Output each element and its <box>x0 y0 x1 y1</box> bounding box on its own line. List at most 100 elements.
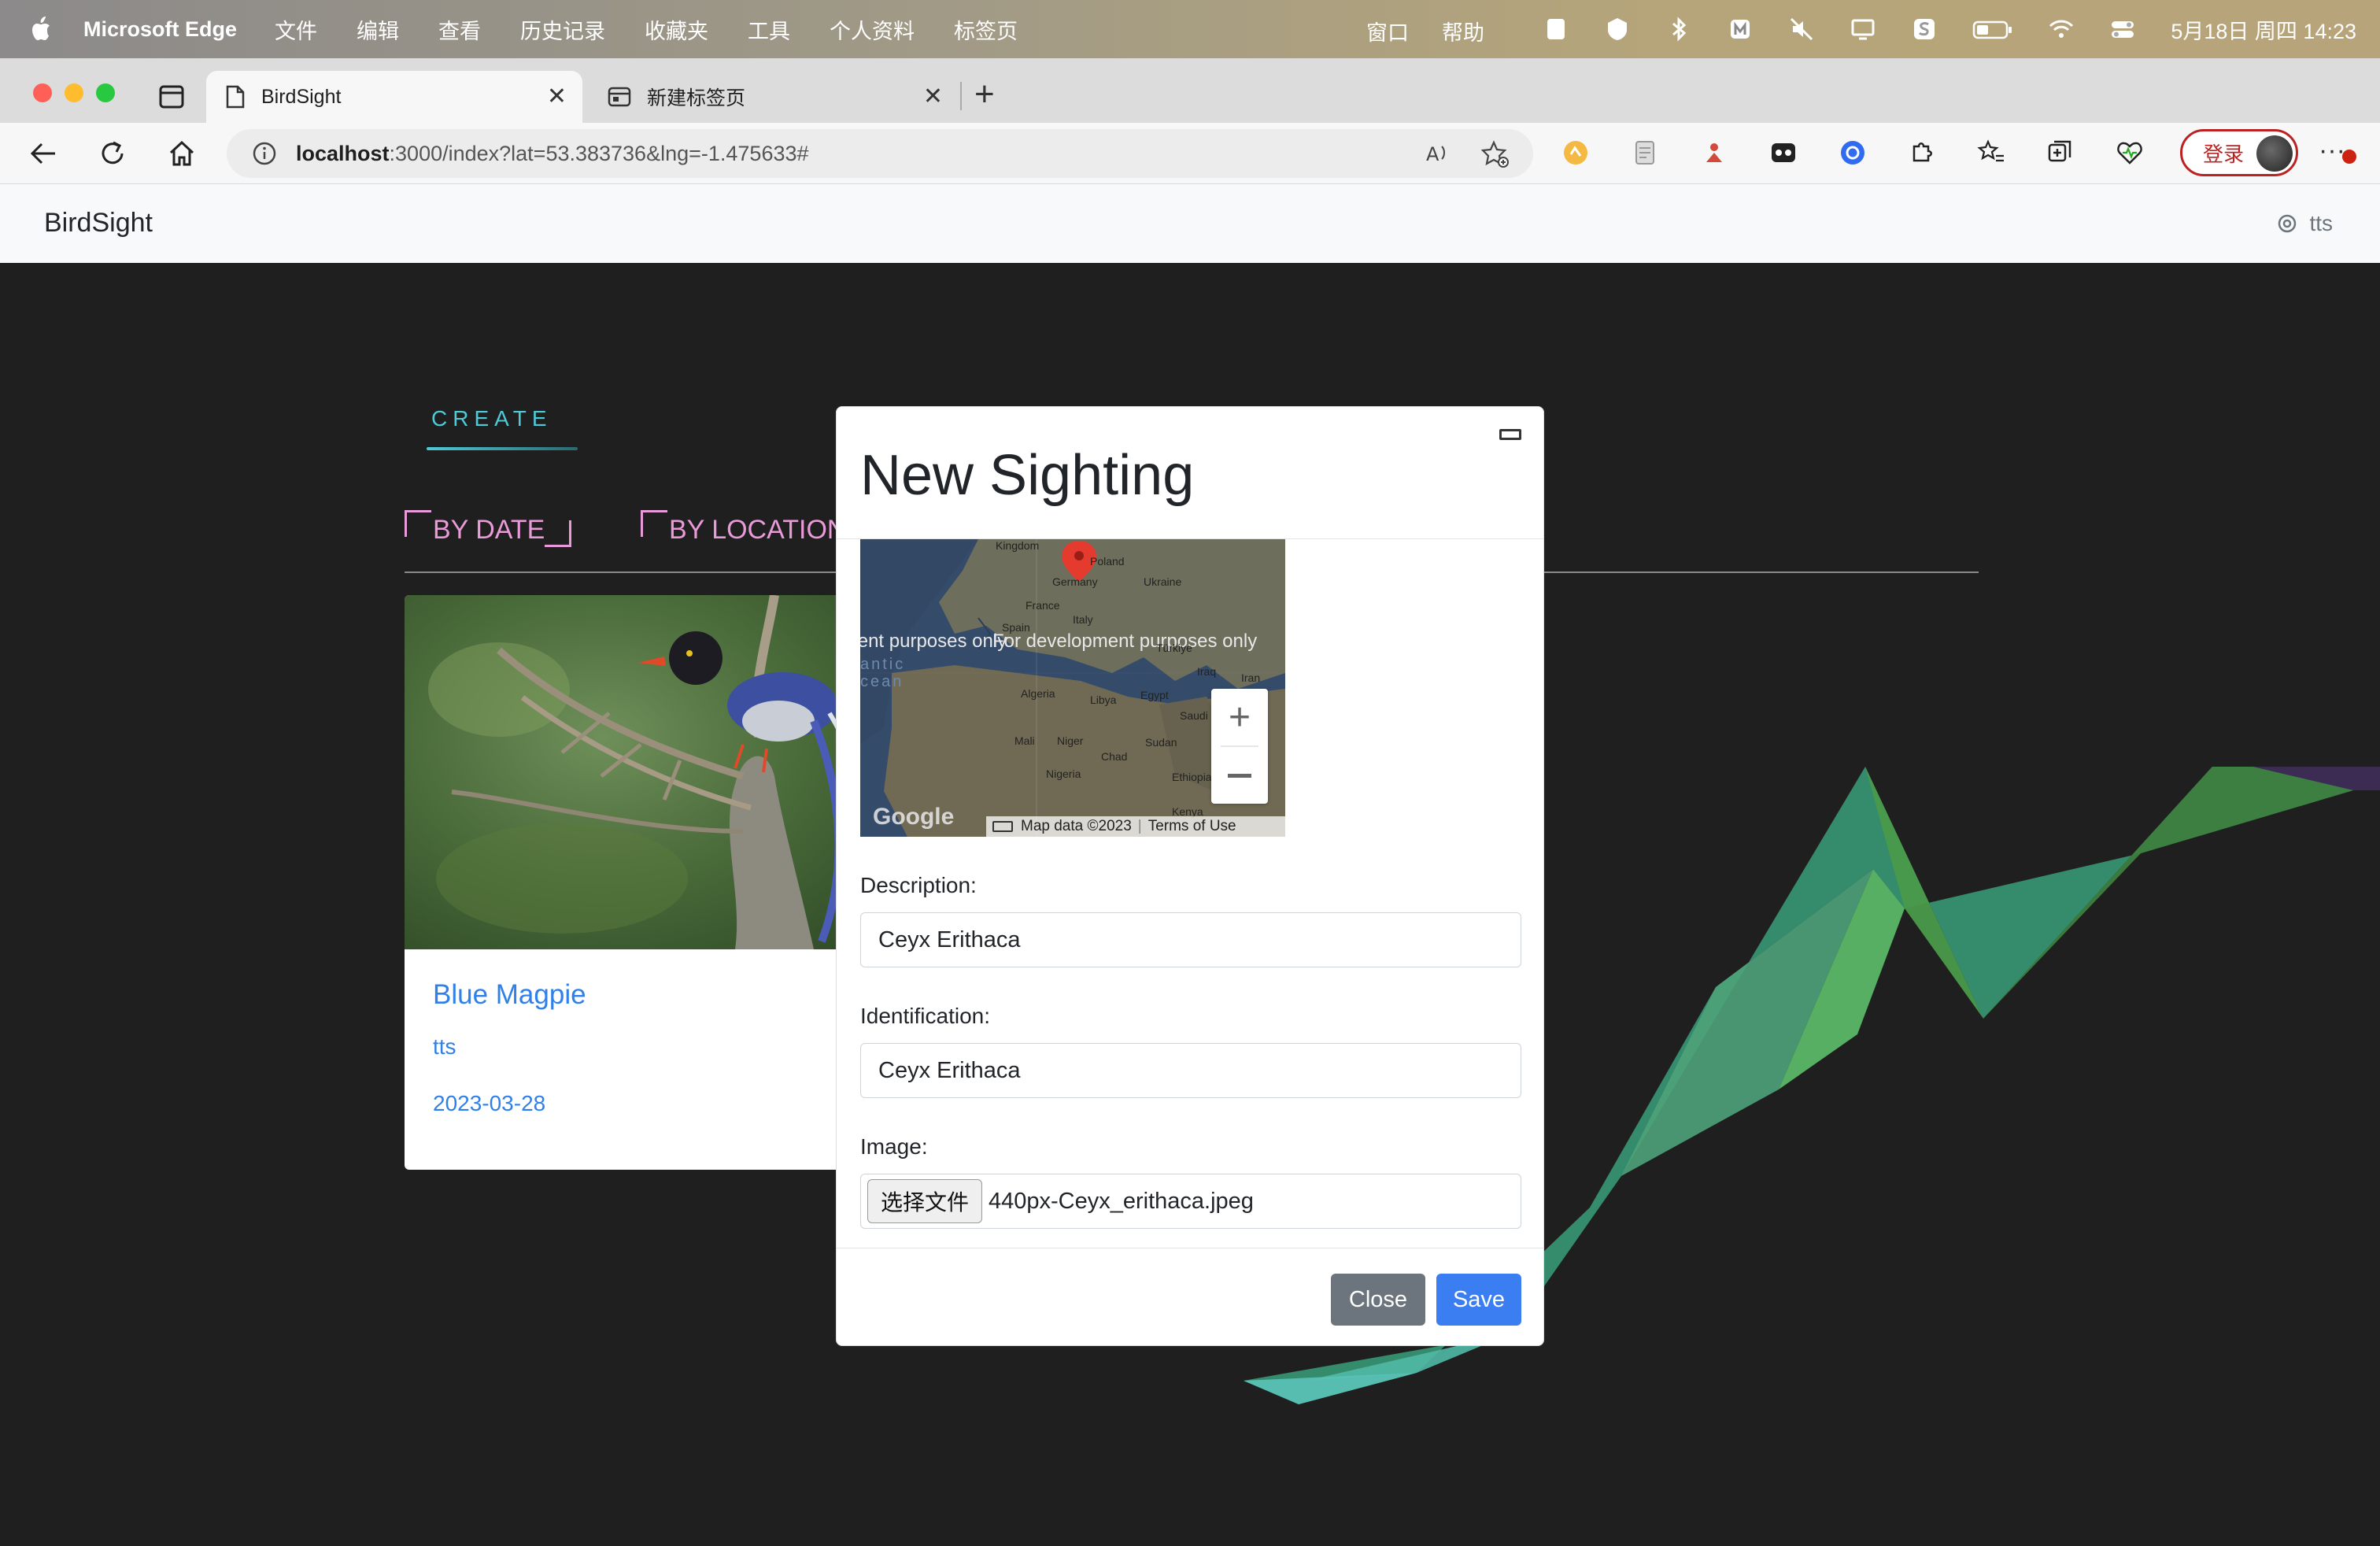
menu-window[interactable]: 窗口 <box>1366 16 1409 46</box>
map-label: France <box>1026 599 1060 612</box>
identification-input[interactable]: Ceyx Erithaca <box>860 1043 1521 1098</box>
sighting-card[interactable]: Blue Magpie tts 2023-03-28 <box>405 595 900 1170</box>
modal-header: New Sighting <box>837 407 1543 539</box>
extension-icons <box>1561 139 2144 167</box>
minimize-window-button[interactable] <box>65 83 83 102</box>
read-aloud-icon[interactable]: A <box>1425 140 1451 167</box>
s-app-icon[interactable] <box>1911 16 1938 43</box>
menu-profile[interactable]: 个人资料 <box>830 14 915 45</box>
description-input[interactable]: Ceyx Erithaca <box>860 912 1521 967</box>
google-logo[interactable]: Google <box>873 804 954 830</box>
zoom-control: + <box>1211 689 1268 804</box>
extension-red-icon[interactable] <box>1700 139 1728 167</box>
map-label: Algeria <box>1021 687 1055 700</box>
map-label: Saudi <box>1180 709 1208 722</box>
close-tab-icon[interactable]: ✕ <box>547 85 567 109</box>
map-label: Nigeria <box>1046 767 1081 780</box>
tab-actions-icon[interactable] <box>159 85 184 109</box>
more-menu-icon[interactable]: ··· <box>2319 135 2356 166</box>
web-page: BirdSight tts CREATE BY DATE BY LOCATION… <box>0 184 2380 1546</box>
map-label: Sudan <box>1145 736 1177 749</box>
menu-edit[interactable]: 编辑 <box>357 14 399 45</box>
signin-button[interactable]: 登录 <box>2180 129 2298 176</box>
map-label: Kingdom <box>996 539 1040 552</box>
menu-history[interactable]: 历史记录 <box>520 14 605 45</box>
browser-essentials-icon[interactable] <box>2116 139 2144 167</box>
add-favorite-icon[interactable] <box>1481 140 1510 168</box>
tab-divider <box>960 82 962 110</box>
clock[interactable]: 5月18日 周四 14:23 <box>2171 14 2356 45</box>
site-brand[interactable]: BirdSight <box>44 208 153 239</box>
back-icon[interactable] <box>28 139 58 168</box>
zoom-in-button[interactable]: + <box>1211 689 1268 745</box>
shield-icon[interactable] <box>1604 16 1631 43</box>
menu-favorites[interactable]: 收藏夹 <box>645 14 708 45</box>
active-tab-underline <box>427 447 578 450</box>
extension-doc-icon[interactable] <box>1631 139 1659 167</box>
menu-file[interactable]: 文件 <box>275 14 317 45</box>
bracket-corner <box>641 510 667 537</box>
address-bar[interactable]: localhost:3000/index?lat=53.383736&lng=-… <box>227 129 1533 178</box>
display-icon[interactable] <box>1850 16 1876 43</box>
menu-help[interactable]: 帮助 <box>1442 16 1484 46</box>
collections-icon[interactable] <box>2046 139 2075 167</box>
map-label: Egypt <box>1140 689 1169 701</box>
tab-create[interactable]: CREATE <box>431 406 552 431</box>
m-app-icon[interactable] <box>1727 16 1754 43</box>
choose-file-button[interactable]: 选择文件 <box>867 1179 982 1223</box>
menu-tools[interactable]: 工具 <box>748 14 790 45</box>
control-center-icon[interactable] <box>2109 16 2136 43</box>
apple-icon[interactable] <box>28 14 55 44</box>
filter-by-location[interactable]: BY LOCATION <box>641 510 846 546</box>
map-label: Ukraine <box>1144 575 1182 588</box>
site-info-icon[interactable] <box>252 141 277 166</box>
save-button[interactable]: Save <box>1436 1274 1521 1326</box>
map-attribution: Map data ©2023 <box>1021 818 1132 834</box>
tab-birdsight[interactable]: BirdSight ✕ <box>206 71 582 123</box>
extension-mask-icon[interactable] <box>1769 139 1798 167</box>
wifi-icon[interactable] <box>2048 16 2075 43</box>
close-window-button[interactable] <box>33 83 52 102</box>
map-label: Niger <box>1057 734 1084 747</box>
menu-tabs[interactable]: 标签页 <box>954 14 1018 45</box>
new-sighting-modal: New Sighting For development purposes on… <box>836 406 1544 1346</box>
extension-orange-icon[interactable] <box>1561 139 1590 167</box>
user-menu[interactable]: tts <box>2276 211 2333 236</box>
filter-by-date[interactable]: BY DATE <box>405 510 572 547</box>
omnibox-actions: A <box>1425 140 1510 168</box>
favorites-icon[interactable] <box>1977 139 2005 167</box>
mute-icon[interactable] <box>1788 16 1815 43</box>
tab-title: BirdSight <box>261 85 342 108</box>
zoom-window-button[interactable] <box>96 83 115 102</box>
map-label: Türkiye <box>1156 642 1192 654</box>
extensions-puzzle-icon[interactable] <box>1908 139 1936 167</box>
zoom-out-button[interactable] <box>1211 747 1268 804</box>
tab-new-tab[interactable]: 新建标签页 ✕ <box>589 71 959 123</box>
home-icon[interactable] <box>167 139 197 168</box>
image-file-input[interactable]: 选择文件 440px-Ceyx_erithaca.jpeg <box>860 1174 1521 1229</box>
browser-toolbar: localhost:3000/index?lat=53.383736&lng=-… <box>0 123 2380 184</box>
identification-label: Identification: <box>860 1004 990 1028</box>
close-button[interactable]: Close <box>1331 1274 1425 1326</box>
menu-view[interactable]: 查看 <box>438 14 481 45</box>
sighting-image[interactable] <box>405 595 900 949</box>
minimize-icon[interactable] <box>1499 429 1521 440</box>
settings-icon <box>2278 214 2297 233</box>
map-label: Italy <box>1073 613 1093 626</box>
svg-text:A: A <box>1426 143 1439 165</box>
modal-title: New Sighting <box>860 444 1195 507</box>
keyboard-icon[interactable] <box>992 821 1013 832</box>
card-user[interactable]: tts <box>433 1034 456 1060</box>
close-tab-icon[interactable]: ✕ <box>923 85 943 109</box>
map-terms-link[interactable]: Terms of Use <box>1148 818 1236 835</box>
note-icon[interactable] <box>1543 16 1569 43</box>
card-title[interactable]: Blue Magpie <box>433 979 586 1011</box>
url-path: :3000/index?lat=53.383736&lng=-1.475633# <box>389 141 809 165</box>
app-name-menu[interactable]: Microsoft Edge <box>83 17 237 42</box>
extension-blue-icon[interactable] <box>1839 139 1867 167</box>
reload-icon[interactable] <box>98 139 128 168</box>
bluetooth-icon[interactable] <box>1665 16 1692 43</box>
location-map[interactable]: For development purposes only For develo… <box>860 539 1285 837</box>
new-tab-button[interactable]: + <box>974 77 995 112</box>
battery-icon[interactable] <box>1972 16 2013 43</box>
